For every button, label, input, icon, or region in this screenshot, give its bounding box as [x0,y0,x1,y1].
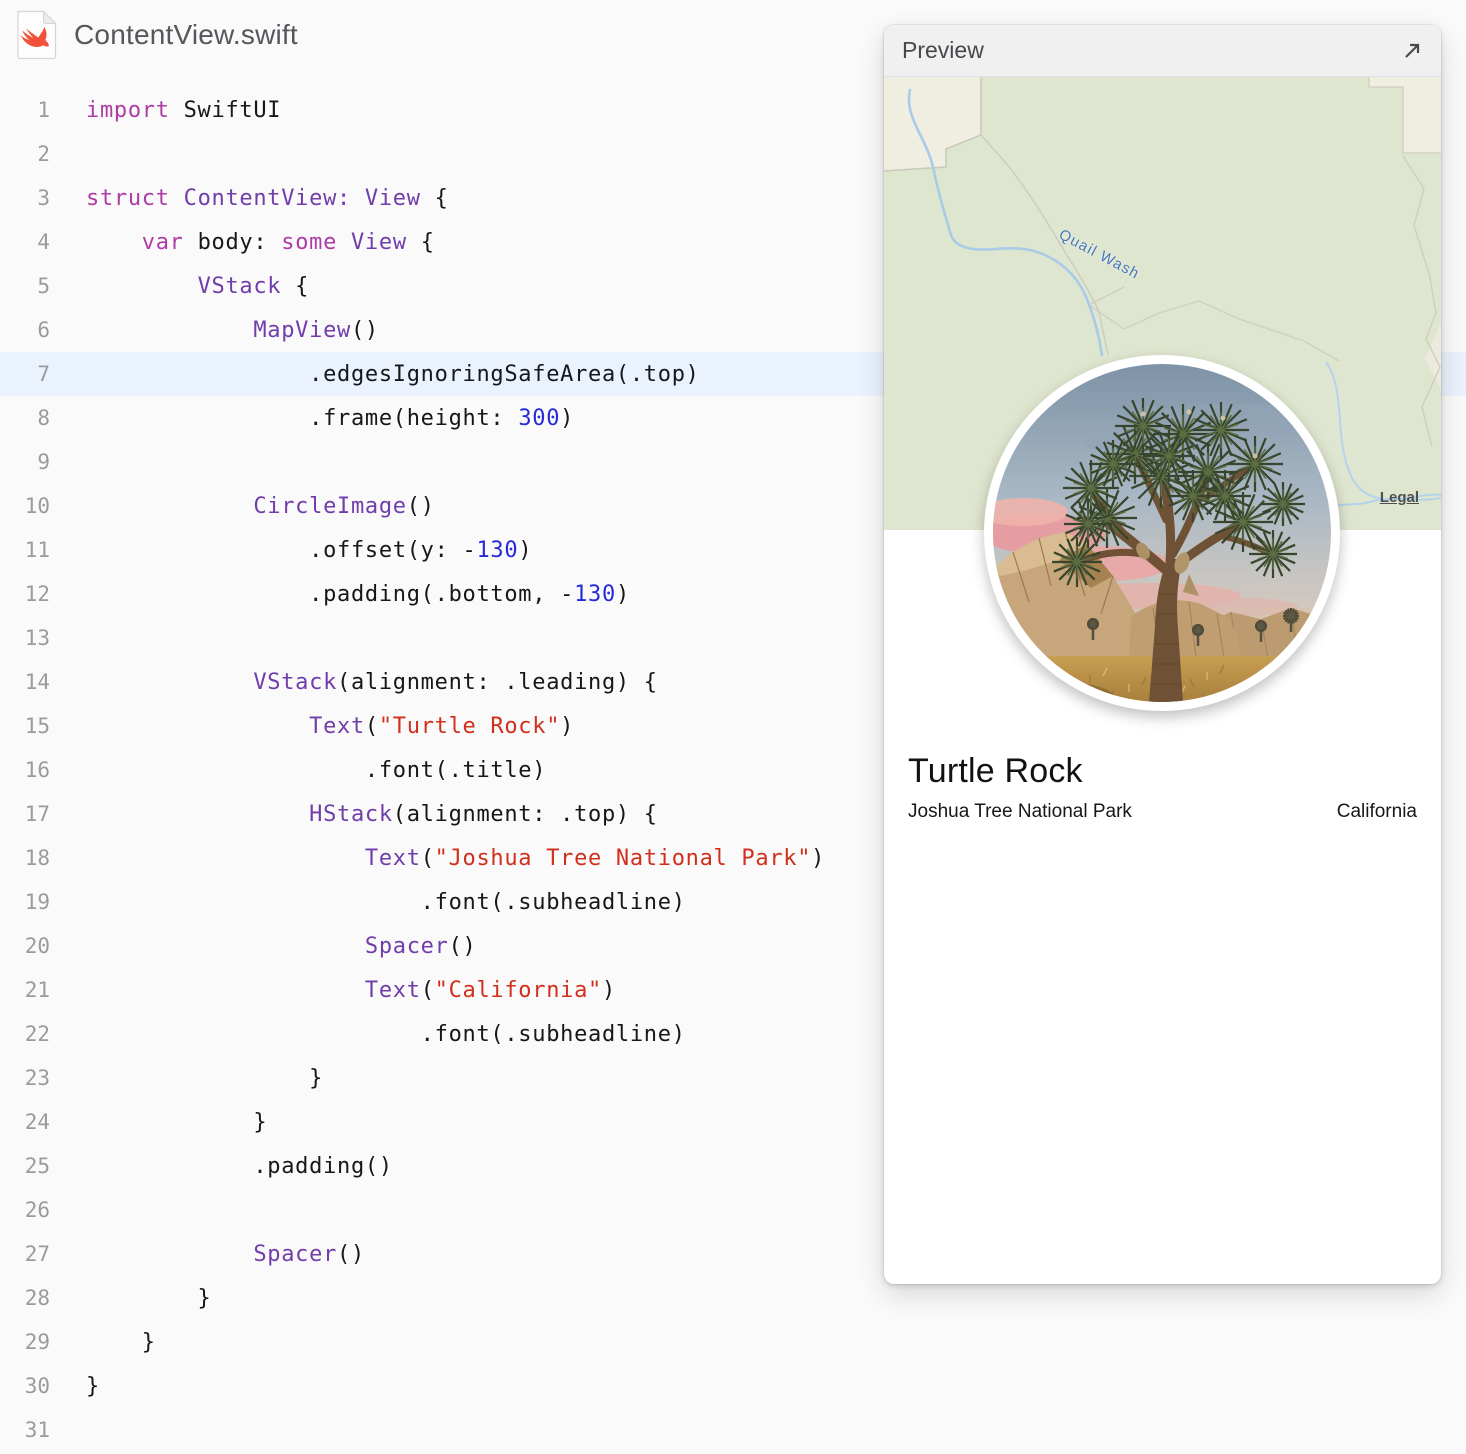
file-title: ContentView.swift [74,19,298,50]
expand-preview-button[interactable] [1400,39,1424,63]
preview-panel: Preview Quail Wash Legal Turtle Rock Jos… [884,25,1441,1284]
landmark-park: Joshua Tree National Park [908,801,1132,822]
code-line: 29 } [24,1329,156,1355]
joshua-tree-photo [993,364,1331,702]
map-legal-link[interactable]: Legal [1380,489,1419,506]
landmark-card: Turtle Rock Joshua Tree National Park Ca… [908,752,1417,823]
swift-file-icon [17,10,57,60]
file-header: ContentView.swift [14,10,298,60]
code-line: 30} [24,1373,100,1399]
preview-title: Preview [902,37,984,63]
landmark-title: Turtle Rock [908,752,1083,790]
code-line: 31 [24,1418,50,1442]
landmark-state: California [1336,801,1417,822]
circle-image [984,355,1340,711]
arrow-up-right-icon [1405,43,1420,58]
preview-header: Preview [884,25,1441,77]
